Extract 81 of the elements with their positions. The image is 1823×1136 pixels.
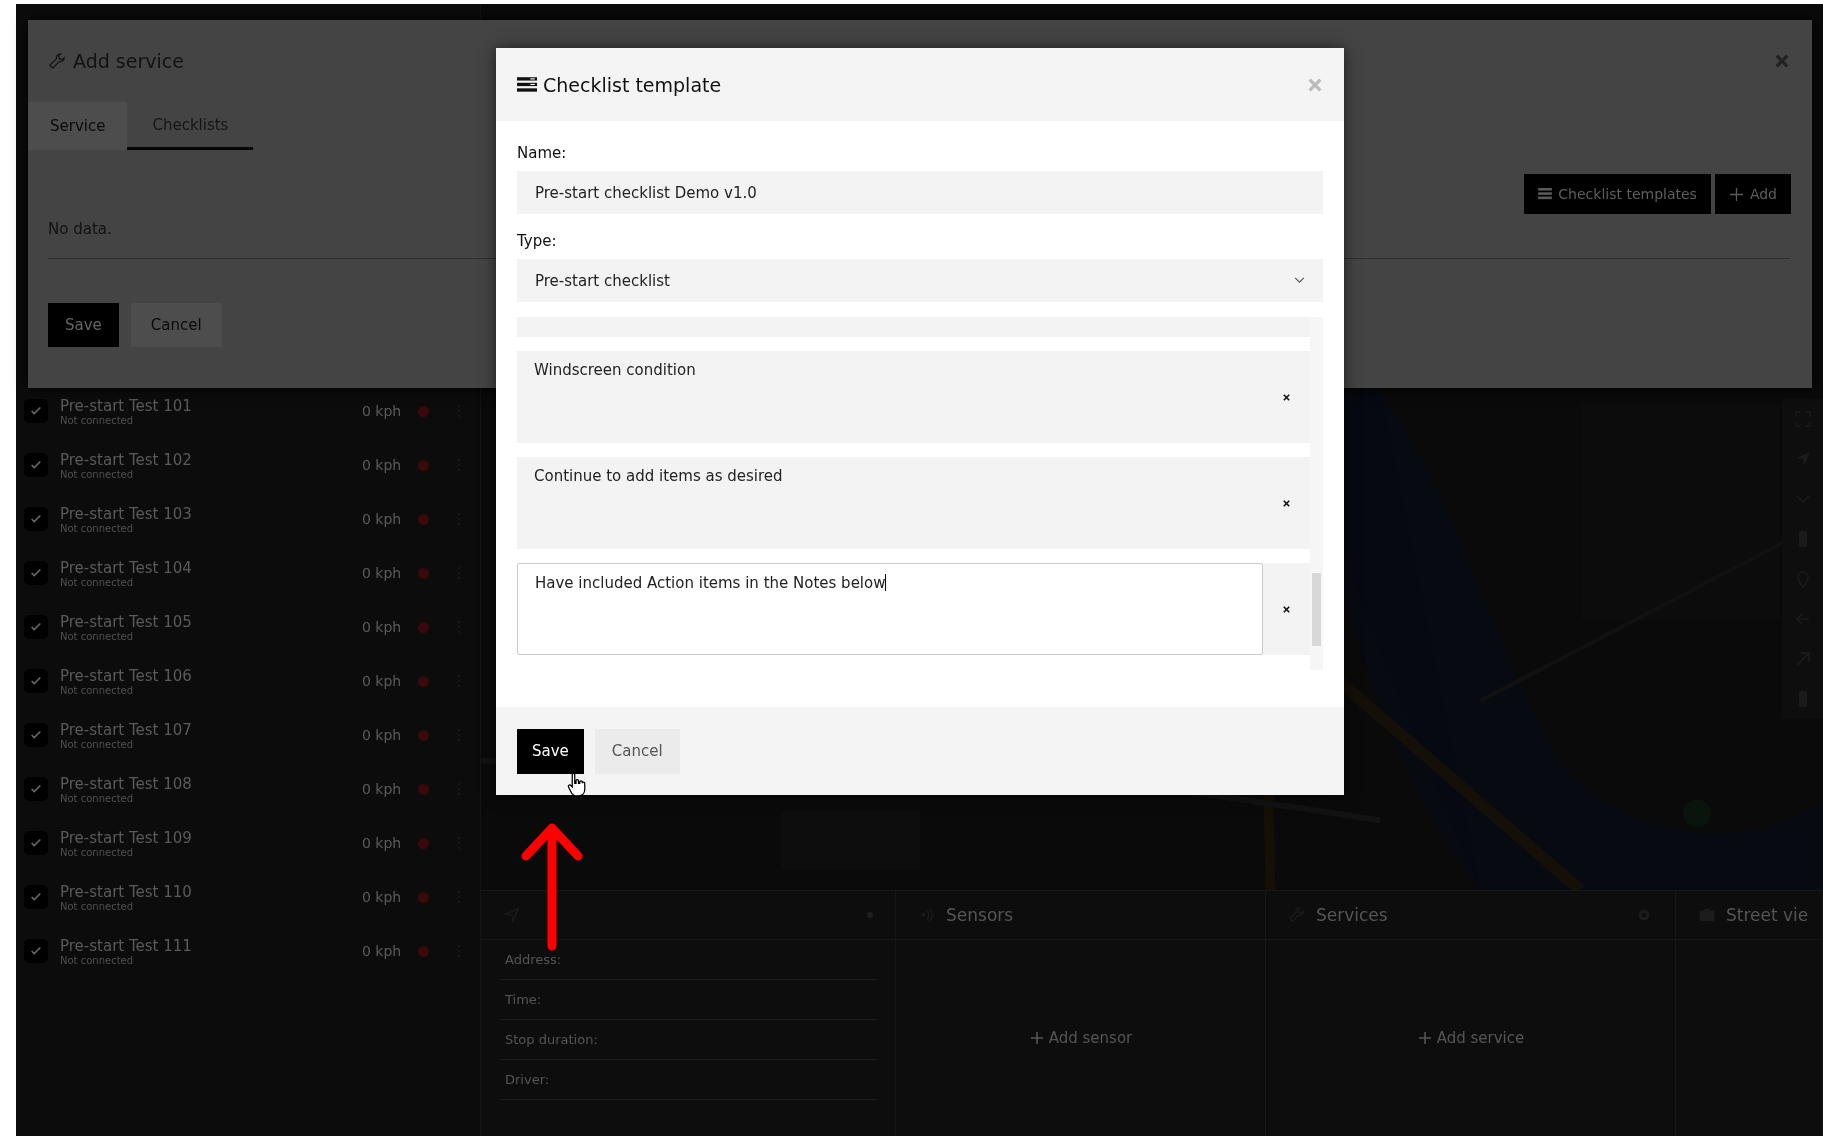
list-icon [517,76,537,93]
vehicle-status: Not connected [60,846,135,858]
vehicle-status: Not connected [60,414,135,426]
add-link[interactable]: Add sensor [1028,1029,1133,1047]
vehicle-name: Pre-start Test 111 [60,936,193,955]
remove-icon[interactable] [1282,498,1291,508]
item-field[interactable]: Continue to add items as desired [517,457,1263,549]
detail-label: Driver: [501,1060,877,1100]
checkbox[interactable] [24,723,48,747]
checkbox[interactable] [24,453,48,477]
vehicle-name: Pre-start Test 103 [60,504,193,523]
vehicle-status: Not connected [60,792,135,804]
field-label: Name: [517,144,568,162]
speed-reading: 0 kph [362,889,403,905]
type-dropdown[interactable]: Pre-start checklist [517,259,1323,302]
panel-title: Street vie [1726,905,1809,925]
speed-reading: 0 kph [362,619,403,635]
vehicle-status: Not connected [60,684,135,696]
vehicle-status: Not connected [60,468,135,480]
checkbox[interactable] [24,831,48,855]
vehicle-name: Pre-start Test 102 [60,450,193,469]
vehicle-name: Pre-start Test 101 [60,396,193,415]
save-button[interactable]: Save [48,303,119,347]
checkbox[interactable] [24,615,48,639]
dialog-title: Checklist template [543,73,722,96]
wrench-icon [48,51,67,71]
speed-reading: 0 kph [362,457,403,473]
detail-label: Stop duration: [501,1020,877,1060]
speed-reading: 0 kph [362,565,403,581]
checkbox[interactable] [24,669,48,693]
tab[interactable]: Service [28,102,128,150]
checkbox[interactable] [24,777,48,801]
vehicle-name: Pre-start Test 107 [60,720,193,739]
vehicle-status: Not connected [60,900,135,912]
name-field[interactable]: Pre-start checklist Demo v1.0 [517,171,1323,214]
vehicle-status: Not connected [60,954,135,966]
list-icon [1538,188,1553,200]
panel-title: Services [1316,905,1388,925]
cancel-button[interactable]: Cancel [130,303,222,347]
close-icon[interactable] [1774,53,1790,69]
field-label: Type: [517,232,558,250]
item-field[interactable]: Windscreen condition [517,351,1263,443]
speed-reading: 0 kph [362,943,403,959]
vehicle-name: Pre-start Test 106 [60,666,193,685]
speed-reading: 0 kph [362,403,403,419]
add-link[interactable]: Add service [1416,1029,1525,1047]
detail-label: Time: [501,980,877,1020]
chevron-down-icon [1294,277,1305,284]
vehicle-status: Not connected [60,576,135,588]
remove-icon[interactable] [1282,392,1291,402]
plus-icon [1028,1030,1045,1046]
checkbox[interactable] [24,399,48,423]
vehicle-name: Pre-start Test 109 [60,828,193,847]
save-button[interactable]: Save [517,728,584,774]
item-field[interactable]: Have included Action items in the Notes below [517,563,1263,655]
speed-reading: 0 kph [362,835,403,851]
vehicle-status: Not connected [60,522,135,534]
remove-icon[interactable] [1282,604,1291,614]
vehicle-status: Not connected [60,630,135,642]
panel-title: Sensors [946,905,1014,925]
plus-icon [1728,186,1744,202]
checkbox[interactable] [24,939,48,963]
vehicle-name: Pre-start Test 108 [60,774,193,793]
scrollbar[interactable] [1310,317,1323,670]
cancel-button[interactable]: Cancel [594,728,680,774]
add-button[interactable]: Add [1714,174,1791,214]
plus-icon [1416,1030,1433,1046]
detail-label: Address: [501,940,877,980]
checkbox[interactable] [24,507,48,531]
vehicle-name: Pre-start Test 110 [60,882,193,901]
close-icon[interactable] [1307,76,1323,93]
speed-reading: 0 kph [362,781,403,797]
speed-reading: 0 kph [362,727,403,743]
checkbox[interactable] [24,885,48,909]
speed-reading: 0 kph [362,511,403,527]
checkbox[interactable] [24,561,48,585]
vehicle-status: Not connected [60,738,135,750]
templates-button[interactable]: Checklist templates [1524,174,1711,214]
speed-reading: 0 kph [362,673,403,689]
vehicle-name: Pre-start Test 104 [60,558,193,577]
vehicle-name: Pre-start Test 105 [60,612,193,631]
